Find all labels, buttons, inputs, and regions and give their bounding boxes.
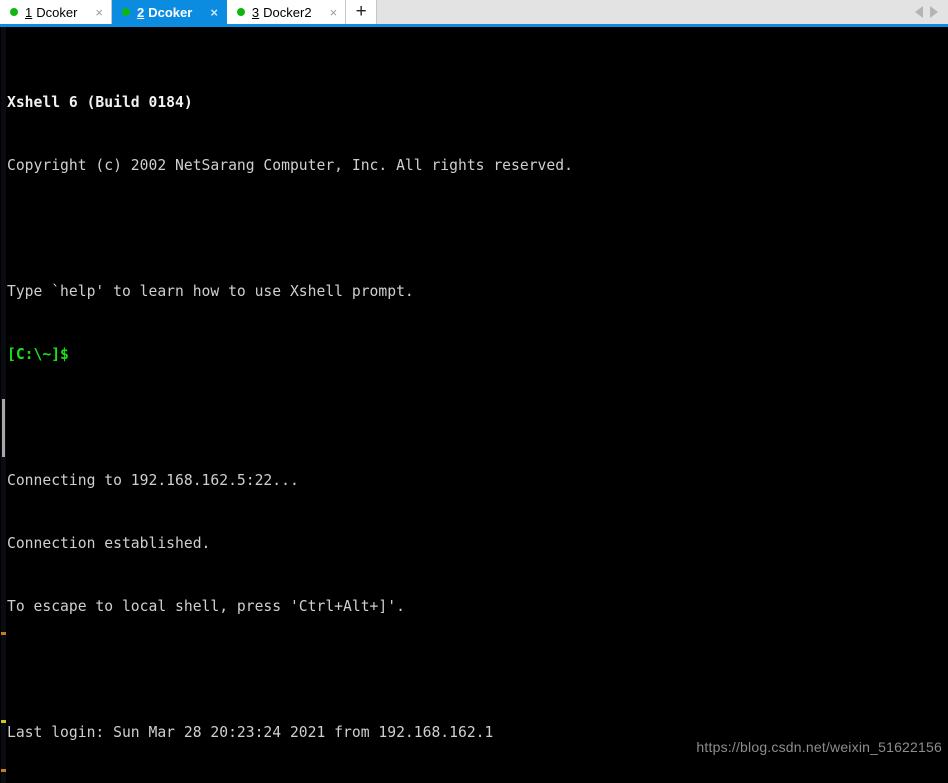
terminal-line-connecting: Connecting to 192.168.162.5:22... [7,470,948,491]
escape-hint-message: To escape to local shell, press 'Ctrl+Al… [7,598,405,615]
close-icon[interactable]: × [326,6,342,19]
new-tab-button[interactable]: + [346,0,378,24]
terminal-line-escape-hint: To escape to local shell, press 'Ctrl+Al… [7,596,948,617]
terminal-scrollbar[interactable] [1,27,6,783]
tab-bar-filler [377,0,915,24]
tab-status-dot-icon [122,8,131,16]
scrollbar-thumb[interactable] [2,399,5,457]
tab-1-dcoker[interactable]: 1 Dcoker × [0,0,113,24]
tab-index: 3 [251,4,260,20]
terminal-line-help-hint: Type `help' to learn how to use Xshell p… [7,281,948,302]
banner-help-hint: Type `help' to learn how to use Xshell p… [7,283,414,300]
close-icon[interactable]: × [206,6,222,19]
tab-label: Dcoker [148,4,193,20]
tab-status-dot-icon [10,8,18,16]
terminal-pane[interactable]: Xshell 6 (Build 0184) Copyright (c) 2002… [0,27,948,783]
tab-index: 1 [25,4,33,20]
local-shell-prompt: [C:\~]$ [7,346,69,363]
tab-index: 2 [137,4,145,20]
scrollbar-marker [1,769,6,772]
terminal-screen[interactable]: Xshell 6 (Build 0184) Copyright (c) 2002… [7,29,948,783]
terminal-line-local-prompt: [C:\~]$ [7,344,948,365]
terminal-line-banner-title: Xshell 6 (Build 0184) [7,92,948,113]
tab-label: Dcoker [36,4,78,20]
last-login-message: Last login: Sun Mar 28 20:23:24 2021 fro… [7,724,494,741]
tab-2-dcoker[interactable]: 2 Dcoker × [112,0,227,24]
terminal-line-established: Connection established. [7,533,948,554]
banner-title: Xshell 6 (Build 0184) [7,94,193,111]
tab-label: Docker2 [263,4,312,20]
chevron-left-icon[interactable] [915,6,923,18]
banner-copyright: Copyright (c) 2002 NetSarang Computer, I… [7,157,573,174]
terminal-line-blank-3 [7,659,948,680]
connection-established-message: Connection established. [7,535,211,552]
scrollbar-marker [1,632,6,635]
terminal-line-blank-2 [7,407,948,428]
terminal-line-copyright: Copyright (c) 2002 NetSarang Computer, I… [7,155,948,176]
connecting-message: Connecting to 192.168.162.5:22... [7,472,299,489]
tab-3-docker2[interactable]: 3 Docker2 × [226,0,347,24]
scrollbar-marker [1,720,6,723]
terminal-line-blank-1 [7,218,948,239]
chevron-right-icon[interactable] [930,6,938,18]
tab-scroll-controls [915,0,948,24]
watermark-text: https://blog.csdn.net/weixin_51622156 [696,739,942,755]
close-icon[interactable]: × [91,6,107,19]
tab-bar: 1 Dcoker × 2 Dcoker × 3 Docker2 × + [0,0,948,27]
tab-status-dot-icon [236,8,245,16]
